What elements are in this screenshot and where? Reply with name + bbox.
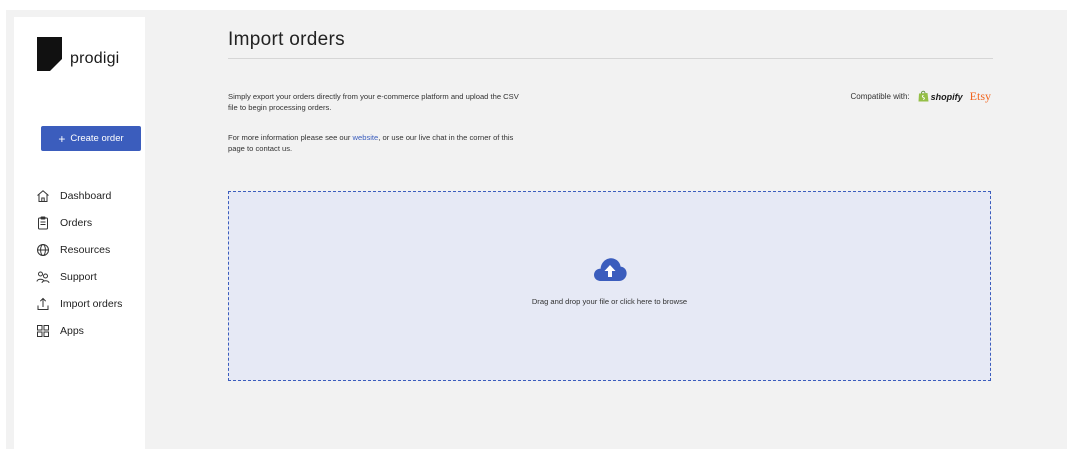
brand-logo[interactable]: prodigi — [37, 37, 119, 71]
sidebar-item-apps[interactable]: Apps — [36, 317, 151, 344]
shopify-logo: shopify — [918, 90, 963, 104]
sidebar-item-resources[interactable]: Resources — [36, 236, 151, 263]
app-window: prodigi + Create order Dashboard Orders … — [0, 0, 1067, 449]
sidebar: prodigi + Create order Dashboard Orders … — [14, 17, 145, 449]
file-dropzone[interactable]: Drag and drop your file or click here to… — [228, 191, 991, 381]
sidebar-item-label: Resources — [60, 243, 111, 256]
import-description: Simply export your orders directly from … — [228, 92, 519, 112]
home-icon — [36, 189, 50, 203]
plus-icon: + — [58, 131, 66, 146]
sidebar-item-label: Orders — [60, 216, 93, 229]
upload-icon — [36, 297, 50, 311]
compatible-platforms: Compatible with: shopify Etsy — [851, 89, 992, 104]
prodigi-logo-icon — [37, 37, 62, 71]
globe-icon — [36, 243, 50, 257]
clipboard-icon — [36, 216, 50, 230]
sidebar-item-label: Import orders — [60, 297, 123, 310]
shopify-wordmark: shopify — [930, 91, 963, 102]
sidebar-item-orders[interactable]: Orders — [36, 209, 151, 236]
info-text: For more information please see our webs… — [228, 132, 528, 154]
cloud-upload-icon — [592, 256, 628, 287]
dropzone-text: Drag and drop your file or click here to… — [531, 297, 688, 306]
sidebar-item-label: Support — [60, 270, 97, 283]
users-icon — [36, 270, 50, 284]
etsy-logo: Etsy — [969, 89, 991, 103]
sidebar-item-support[interactable]: Support — [36, 263, 151, 290]
sidebar-item-label: Dashboard — [60, 189, 112, 202]
sidebar-item-dashboard[interactable]: Dashboard — [36, 182, 151, 209]
info-prefix: For more information please see our — [228, 133, 353, 142]
create-order-label: Create order — [70, 133, 124, 144]
create-order-button[interactable]: + Create order — [41, 126, 141, 151]
website-link[interactable]: website — [353, 133, 379, 142]
brand-name: prodigi — [70, 50, 120, 67]
compatible-label: Compatible with: — [850, 92, 910, 101]
title-divider — [228, 58, 993, 59]
shopify-bag-icon — [918, 90, 929, 104]
page-title: Import orders — [228, 29, 345, 50]
sidebar-item-label: Apps — [60, 324, 84, 337]
sidebar-item-import-orders[interactable]: Import orders — [36, 290, 151, 317]
grid-icon — [36, 324, 50, 338]
sidebar-nav: Dashboard Orders Resources Support Impor… — [36, 182, 151, 344]
